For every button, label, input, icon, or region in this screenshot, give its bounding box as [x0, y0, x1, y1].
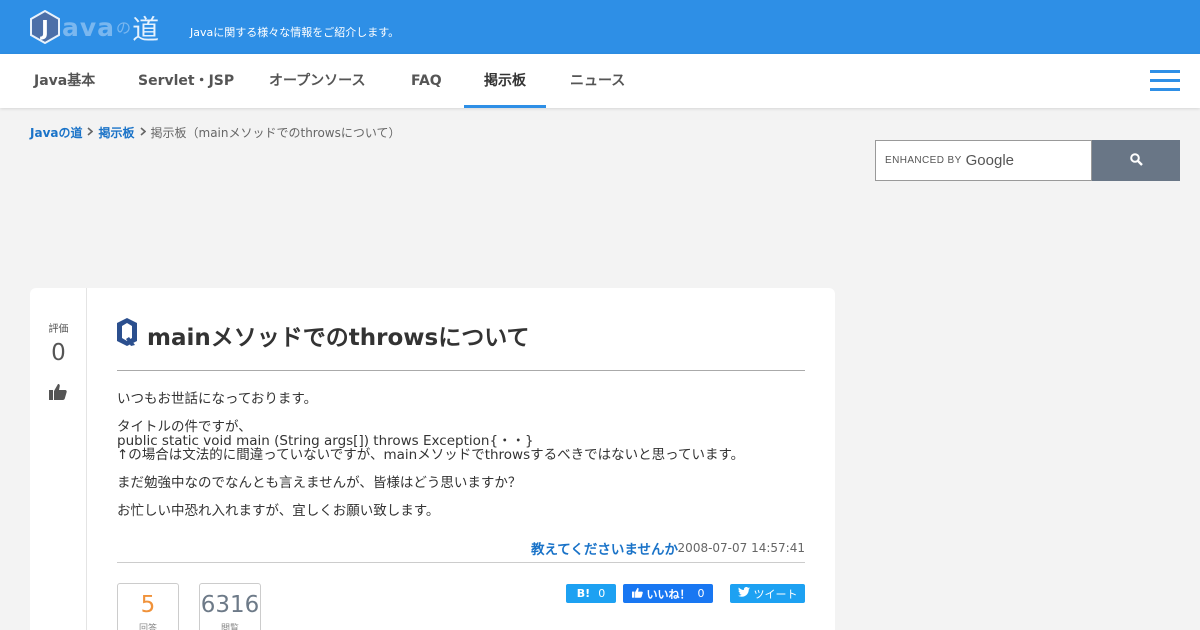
chevron-right-icon [139, 126, 146, 139]
search-input[interactable]: ENHANCED BY Google [875, 140, 1092, 181]
nav-java-basics[interactable]: Java基本 [34, 54, 95, 108]
question-body-line: public static void main (String args[]) … [117, 433, 534, 449]
thumbs-up-icon [631, 587, 643, 601]
search-enhanced-by: ENHANCED BY [885, 155, 962, 166]
question-body-line: いつもお世話になっております。 [117, 391, 318, 407]
facebook-like-label: いいね！ [646, 587, 691, 601]
meta-divider [117, 562, 805, 563]
logo-michi: 道 [132, 14, 160, 46]
search-button[interactable] [1092, 140, 1180, 181]
question-body-line: まだ勉強中なのでなんとも言えませんが、皆様はどう思いますか？ [117, 475, 522, 491]
vote-label: 評価 [48, 324, 69, 335]
question-meta: 教えてくださいませんか 2008-07-07 14:57:41 [117, 538, 805, 562]
views-count-box: 6316 閲覧 [199, 583, 261, 630]
facebook-like-count: 0 [697, 587, 705, 600]
answers-count: 5 [140, 592, 156, 618]
answers-count-box: 5 回答 [117, 583, 179, 630]
tweet-label: ツイート [753, 587, 798, 601]
nav-open-source[interactable]: オープンソース [269, 54, 365, 108]
site-search: ENHANCED BY Google [875, 140, 1180, 181]
views-count: 6316 [200, 592, 260, 618]
hatena-count: 0 [598, 587, 606, 600]
menu-icon[interactable] [1150, 70, 1180, 92]
site-header: J ava の 道 Javaに関する様々な情報をご紹介します。 [0, 0, 1200, 54]
tweet-button[interactable]: ツイート [730, 584, 805, 603]
question-q-icon [117, 318, 137, 352]
breadcrumb: Javaの道 掲示板 掲示板（mainメソッドでのthrowsについて） [30, 124, 401, 141]
question-body-line: タイトルの件ですが、 [117, 419, 252, 435]
vote-column: 評価 0 [30, 288, 87, 630]
thumbs-up-icon[interactable] [49, 383, 67, 404]
site-tagline: Javaに関する様々な情報をご紹介します。 [190, 26, 400, 39]
answers-label: 回答 [138, 624, 157, 630]
hatena-icon: B! [576, 587, 591, 600]
logo-no: の [116, 18, 132, 37]
vote-count: 0 [51, 340, 66, 366]
question-body-line: ↑の場合は文法的に間違っていないですが、mainメソッドでthrowsするべきで… [117, 447, 745, 463]
question-date: 2008-07-07 14:57:41 [677, 541, 805, 555]
views-label: 閲覧 [220, 624, 239, 630]
breadcrumb-section[interactable]: 掲示板 [98, 124, 134, 141]
chevron-right-icon [87, 126, 94, 139]
nav-servlet-jsp[interactable]: Servlet・JSP [138, 54, 234, 108]
breadcrumb-current: 掲示板（mainメソッドでのthrowsについて） [150, 126, 401, 140]
question-author[interactable]: 教えてくださいませんか [531, 538, 678, 558]
search-brand: Google [965, 152, 1015, 169]
site-logo[interactable]: J ava の 道 [30, 8, 159, 46]
title-divider [117, 370, 805, 371]
question-heading: mainメソッドでのthrowsについて [117, 318, 530, 352]
nav-bbs[interactable]: 掲示板 [464, 54, 546, 108]
breadcrumb-home[interactable]: Javaの道 [30, 124, 82, 141]
nav-news[interactable]: ニュース [570, 54, 625, 108]
facebook-like-button[interactable]: いいね！ 0 [623, 584, 713, 603]
question-body-line: お忙しい中恐れ入れますが、宜しくお願い致します。 [117, 503, 440, 519]
nav-faq[interactable]: FAQ [411, 54, 442, 108]
question-title: mainメソッドでのthrowsについて [147, 325, 530, 351]
hatena-bookmark-button[interactable]: B! 0 [566, 584, 616, 603]
search-icon [1129, 151, 1143, 170]
question-card: 評価 0 mainメソッドでのthrowsについて いつもお世話になっております… [30, 288, 835, 630]
logo-word: ava [62, 12, 116, 42]
main-nav: Java基本 Servlet・JSP オープンソース FAQ 掲示板 ニュース [0, 54, 1200, 108]
logo-badge: J [30, 9, 60, 45]
twitter-bird-icon [737, 587, 750, 600]
logo-letter: J [39, 16, 48, 40]
